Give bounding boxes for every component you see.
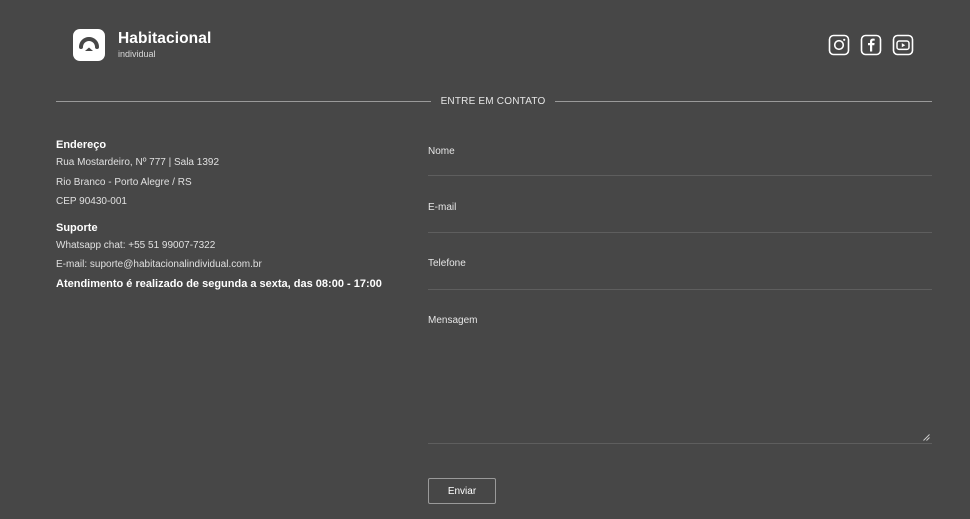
- resize-grip-icon[interactable]: [923, 434, 930, 441]
- brand-tagline: individual: [118, 48, 156, 59]
- phone-input[interactable]: [428, 258, 932, 289]
- name-input[interactable]: [428, 146, 932, 175]
- support-heading: Suporte: [56, 221, 98, 234]
- youtube-icon[interactable]: [892, 34, 914, 56]
- message-textarea[interactable]: [428, 315, 932, 443]
- phone-field[interactable]: Telefone: [428, 258, 932, 290]
- facebook-icon[interactable]: [860, 34, 882, 56]
- support-whatsapp[interactable]: Whatsapp chat: +55 51 99007-7322: [56, 236, 416, 256]
- address-heading: Endereço: [56, 139, 107, 151]
- section-title: ENTRE EM CONTATO: [440, 96, 546, 107]
- support-email[interactable]: E-mail: suporte@habitacionalindividual.c…: [56, 255, 416, 275]
- support-hours: Atendimento é realizado de segunda a sex…: [56, 277, 382, 290]
- message-label: Mensagem: [428, 315, 478, 326]
- message-field[interactable]: Mensagem: [428, 315, 932, 444]
- name-field[interactable]: Nome: [428, 146, 932, 176]
- brand-logo[interactable]: Habitacional individual: [73, 29, 211, 61]
- instagram-icon[interactable]: [828, 34, 850, 56]
- divider-right: [555, 101, 932, 102]
- name-label: Nome: [428, 146, 455, 157]
- email-input[interactable]: [428, 202, 932, 232]
- email-label: E-mail: [428, 202, 457, 213]
- brand-name: Habitacional: [118, 30, 212, 48]
- email-field[interactable]: E-mail: [428, 202, 932, 233]
- address-line-3: CEP 90430-001: [56, 196, 127, 207]
- social-links: [828, 34, 924, 56]
- contact-info: Endereço Rua Mostardeiro, Nº 777 | Sala …: [56, 137, 416, 293]
- house-roof-icon: [73, 29, 105, 61]
- address-line-1: Rua Mostardeiro, Nº 777 | Sala 1392: [56, 157, 220, 168]
- address-line-2: Rio Branco - Porto Alegre / RS: [56, 176, 192, 188]
- divider-left: [56, 101, 431, 102]
- submit-button[interactable]: Enviar: [428, 478, 496, 504]
- phone-label: Telefone: [428, 258, 466, 269]
